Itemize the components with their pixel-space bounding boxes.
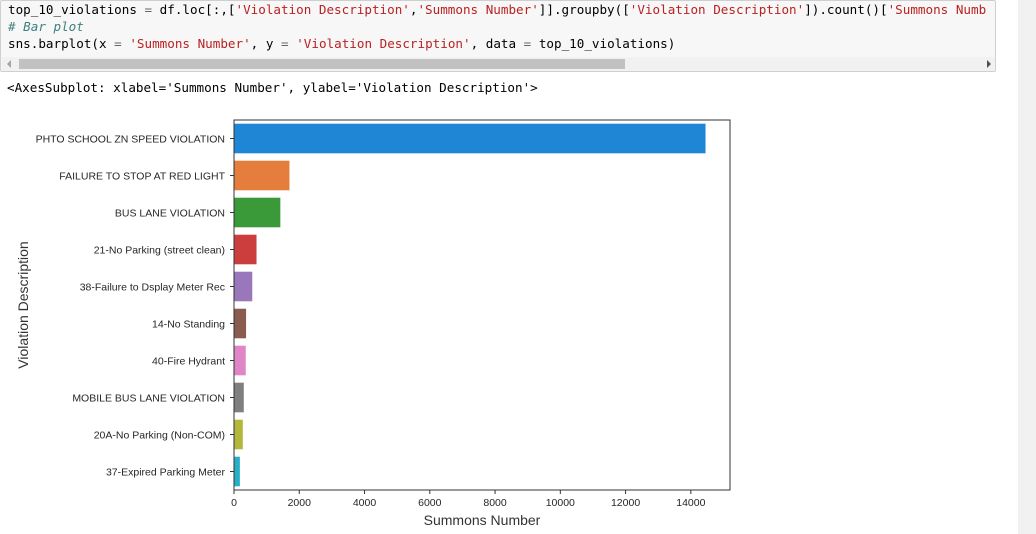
code-token: df.loc[:,[ (159, 2, 236, 17)
y-tick-label: PHTO SCHOOL ZN SPEED VIOLATION (36, 134, 225, 146)
y-tick-labels: PHTO SCHOOL ZN SPEED VIOLATION FAILURE TO… (36, 134, 234, 479)
bar-chart: PHTO SCHOOL ZN SPEED VIOLATION FAILURE TO… (15, 119, 731, 528)
bar (234, 234, 257, 265)
code-token: 'Violation Description' (629, 2, 805, 17)
code-token: sns.barplot(x (8, 36, 115, 51)
bars-group (234, 123, 706, 487)
scroll-right-arrow-icon[interactable] (987, 60, 991, 68)
y-tick-label: 21-No Parking (street clean) (94, 245, 225, 257)
code-token: 'Violation Description' (296, 36, 471, 51)
code-token: , y (250, 36, 282, 51)
y-axis-label: Violation Description (15, 241, 31, 368)
code-token: top_10_violations) (531, 36, 676, 51)
x-tick-label: 14000 (676, 497, 705, 509)
plot-frame (233, 119, 731, 491)
output-text: <AxesSubplot: xlabel='Summons Number', y… (7, 80, 538, 95)
code-token: = (136, 2, 160, 17)
scrollbar-thumb[interactable] (19, 59, 625, 69)
bar (234, 419, 243, 450)
vertical-scrollbar[interactable] (1018, 0, 1036, 534)
code-cell[interactable]: top_10_violations = df.loc[:,['Violation… (0, 0, 996, 72)
code-token: = (281, 36, 289, 51)
x-tick-label: 12000 (611, 497, 640, 509)
code-token: ]).count()[ (804, 2, 888, 17)
code-token: 'Violation Description' (235, 2, 410, 17)
code-editor[interactable]: top_10_violations = df.loc[:,['Violation… (8, 1, 986, 52)
x-tick-label: 0 (231, 497, 237, 509)
bar (234, 197, 281, 228)
x-tick-label: 2000 (288, 497, 312, 509)
bar (234, 345, 246, 376)
bar (234, 160, 290, 191)
code-token: 'Summons Numb (887, 2, 987, 17)
code-token: = (114, 36, 122, 51)
y-tick-label: BUS LANE VIOLATION (115, 208, 225, 220)
bar (234, 123, 706, 154)
y-tick-label: 38-Failure to Dsplay Meter Rec (80, 282, 225, 294)
x-tick-label: 4000 (353, 497, 377, 509)
code-token: 'Summons Number' (417, 2, 539, 17)
y-tick-label: 37-Expired Parking Meter (106, 467, 226, 479)
y-tick-label: 20A-No Parking (Non-COM) (94, 430, 225, 442)
x-ticks: 0 2000 4000 6000 8000 10000 12000 14000 (231, 490, 706, 509)
code-token: ]].groupby([ (538, 2, 630, 17)
code-comment: # Bar plot (8, 19, 84, 34)
y-tick-label: MOBILE BUS LANE VIOLATION (72, 393, 225, 405)
x-tick-label: 10000 (546, 497, 575, 509)
bar (234, 271, 253, 302)
x-tick-label: 6000 (418, 497, 442, 509)
scroll-left-arrow-icon[interactable] (7, 60, 11, 68)
y-tick-label: 14-No Standing (152, 319, 225, 331)
bar (234, 382, 244, 413)
code-token: 'Summons Number' (129, 36, 251, 51)
horizontal-scrollbar[interactable] (2, 57, 995, 71)
code-token: top_10_violations (8, 2, 137, 17)
y-tick-label: FAILURE TO STOP AT RED LIGHT (59, 171, 225, 183)
y-tick-label: 40-Fire Hydrant (152, 356, 225, 368)
bar (234, 456, 240, 487)
x-axis-label: Summons Number (424, 512, 541, 528)
bar (234, 308, 247, 339)
code-token: , data (470, 36, 524, 51)
x-tick-label: 8000 (483, 497, 507, 509)
